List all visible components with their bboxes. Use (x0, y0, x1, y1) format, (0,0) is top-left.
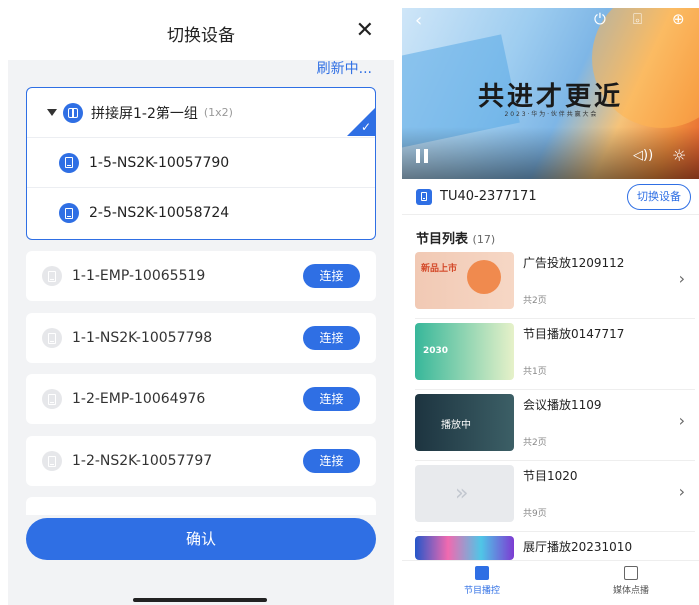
program-name: 节目播放0147717 (523, 327, 625, 341)
panel-header: 切换设备 ✕ (8, 8, 394, 60)
device-card-partial[interactable] (26, 497, 376, 515)
splice-screen-icon (63, 102, 83, 123)
thumb-text: 新品上市 (421, 264, 458, 274)
group-device-row[interactable]: 1-5-NS2K-10057790 (27, 138, 375, 188)
device-name: 1-2-EMP-10064976 (72, 391, 206, 407)
device-icon (59, 152, 79, 173)
group-name: 拼接屏1-2第一组 (91, 105, 198, 122)
pause-icon[interactable] (415, 149, 429, 163)
banner-subtitle: 2 0 2 3 · 华 为 · 伙 伴 共 赢 大 会 (504, 111, 597, 118)
program-name: 广告投放1209112 (523, 256, 625, 270)
power-icon[interactable]: ⏻ (594, 10, 612, 28)
program-thumbnail: » (415, 465, 514, 522)
brightness-icon[interactable]: ☼ (672, 146, 686, 165)
device-name: 1-2-NS2K-10057797 (72, 453, 213, 469)
device-icon (42, 328, 62, 348)
tab-media-on-demand[interactable]: 媒体点播 (591, 566, 671, 596)
program-name: 展厅播放20231010 (523, 540, 633, 554)
device-name: 1-1-EMP-10065519 (72, 268, 206, 284)
program-pages: 共2页 (523, 296, 547, 306)
device-id: TU40-2377171 (440, 189, 537, 204)
volume-icon[interactable]: ◁)) (633, 148, 653, 163)
chevron-right-icon: › (678, 482, 685, 501)
confirm-button[interactable]: 确认 (26, 518, 376, 560)
device-group-card[interactable]: 拼接屏1-2第一组 (1x2) ✓ 1-5-NS2K-10057790 2-5-… (26, 87, 376, 240)
switch-device-button[interactable]: 切换设备 (627, 184, 691, 210)
group-device-name: 1-5-NS2K-10057790 (89, 154, 230, 171)
group-size: (1x2) (203, 106, 233, 119)
program-item[interactable]: 播放中 会议播放1109 共2页 › (415, 391, 695, 461)
program-name: 节目1020 (523, 469, 578, 483)
program-control-page: 共进才更近 2 0 2 3 · 华 为 · 伙 伴 共 赢 大 会 ‹ ⏻ ⌻ … (402, 8, 699, 605)
device-card[interactable]: 1-2-EMP-10064976 连接 (26, 374, 376, 424)
collapse-arrow-icon[interactable] (47, 109, 57, 116)
program-count: (17) (472, 233, 496, 246)
program-pages: 共2页 (523, 438, 547, 448)
program-thumbnail: 播放中 (415, 394, 514, 451)
panel-title: 切换设备 (167, 26, 235, 46)
group-device-name: 2-5-NS2K-10058724 (89, 205, 230, 221)
thumb-text: 播放中 (441, 420, 471, 431)
screenshot-icon[interactable]: ⌻ (633, 10, 651, 28)
device-card[interactable]: 1-1-EMP-10065519 连接 (26, 251, 376, 301)
zoom-icon[interactable]: ⊕ (672, 10, 690, 28)
media-icon (624, 566, 638, 580)
program-item[interactable]: 新品上市 广告投放1209112 共2页 › (415, 249, 695, 319)
banner-shade (402, 127, 699, 179)
program-list-label: 节目列表 (416, 232, 469, 247)
program-item[interactable]: 展厅播放20231010 (415, 533, 695, 560)
program-item[interactable]: 2030 节目播放0147717 共1页 (415, 320, 695, 390)
device-icon (42, 389, 62, 409)
thumb-text: » (455, 481, 469, 506)
device-icon (42, 451, 62, 471)
thumb-text: 2030 (423, 346, 449, 356)
group-header[interactable]: 拼接屏1-2第一组 (1x2) (27, 88, 375, 138)
home-indicator (133, 598, 267, 602)
program-pages: 共9页 (523, 509, 547, 519)
connect-button[interactable]: 连接 (303, 264, 360, 288)
connect-button[interactable]: 连接 (303, 326, 360, 350)
program-thumbnail: 新品上市 (415, 252, 514, 309)
banner-title: 共进才更近 (477, 82, 623, 112)
tab-label: 媒体点播 (612, 586, 649, 596)
connect-button[interactable]: 连接 (303, 449, 360, 473)
device-icon (59, 203, 79, 223)
chevron-right-icon: › (678, 411, 685, 430)
device-card[interactable]: 1-2-NS2K-10057797 连接 (26, 436, 376, 486)
back-icon[interactable]: ‹ (415, 10, 422, 31)
device-name: 1-1-NS2K-10057798 (72, 330, 213, 346)
program-name: 会议播放1109 (523, 398, 602, 412)
program-thumbnail: 2030 (415, 323, 514, 380)
program-item[interactable]: » 节目1020 共9页 › (415, 462, 695, 532)
close-icon[interactable]: ✕ (356, 18, 374, 43)
current-device-row: TU40-2377171 切换设备 (402, 179, 699, 215)
program-pages: 共1页 (523, 367, 547, 377)
check-icon: ✓ (360, 120, 371, 134)
device-icon (42, 266, 62, 286)
tab-program-control[interactable]: 节目播控 (442, 566, 522, 596)
connect-button[interactable]: 连接 (303, 387, 360, 411)
program-thumbnail (415, 536, 514, 560)
device-icon (416, 188, 432, 205)
program-control-icon (475, 566, 489, 580)
bottom-tab-bar: 节目播控 媒体点播 (402, 560, 699, 605)
program-list-header: 节目列表 (17) (416, 228, 495, 247)
switch-device-panel: 切换设备 ✕ 刷新中... 拼接屏1-2第一组 (1x2) ✓ 1-5-NS2K… (8, 8, 394, 605)
group-device-row[interactable]: 2-5-NS2K-10058724 (27, 188, 375, 238)
tab-label: 节目播控 (463, 586, 500, 596)
preview-banner[interactable]: 共进才更近 2 0 2 3 · 华 为 · 伙 伴 共 赢 大 会 ‹ ⏻ ⌻ … (402, 8, 699, 179)
chevron-right-icon: › (678, 269, 685, 288)
refresh-status[interactable]: 刷新中... (317, 58, 372, 78)
device-card[interactable]: 1-1-NS2K-10057798 连接 (26, 313, 376, 363)
